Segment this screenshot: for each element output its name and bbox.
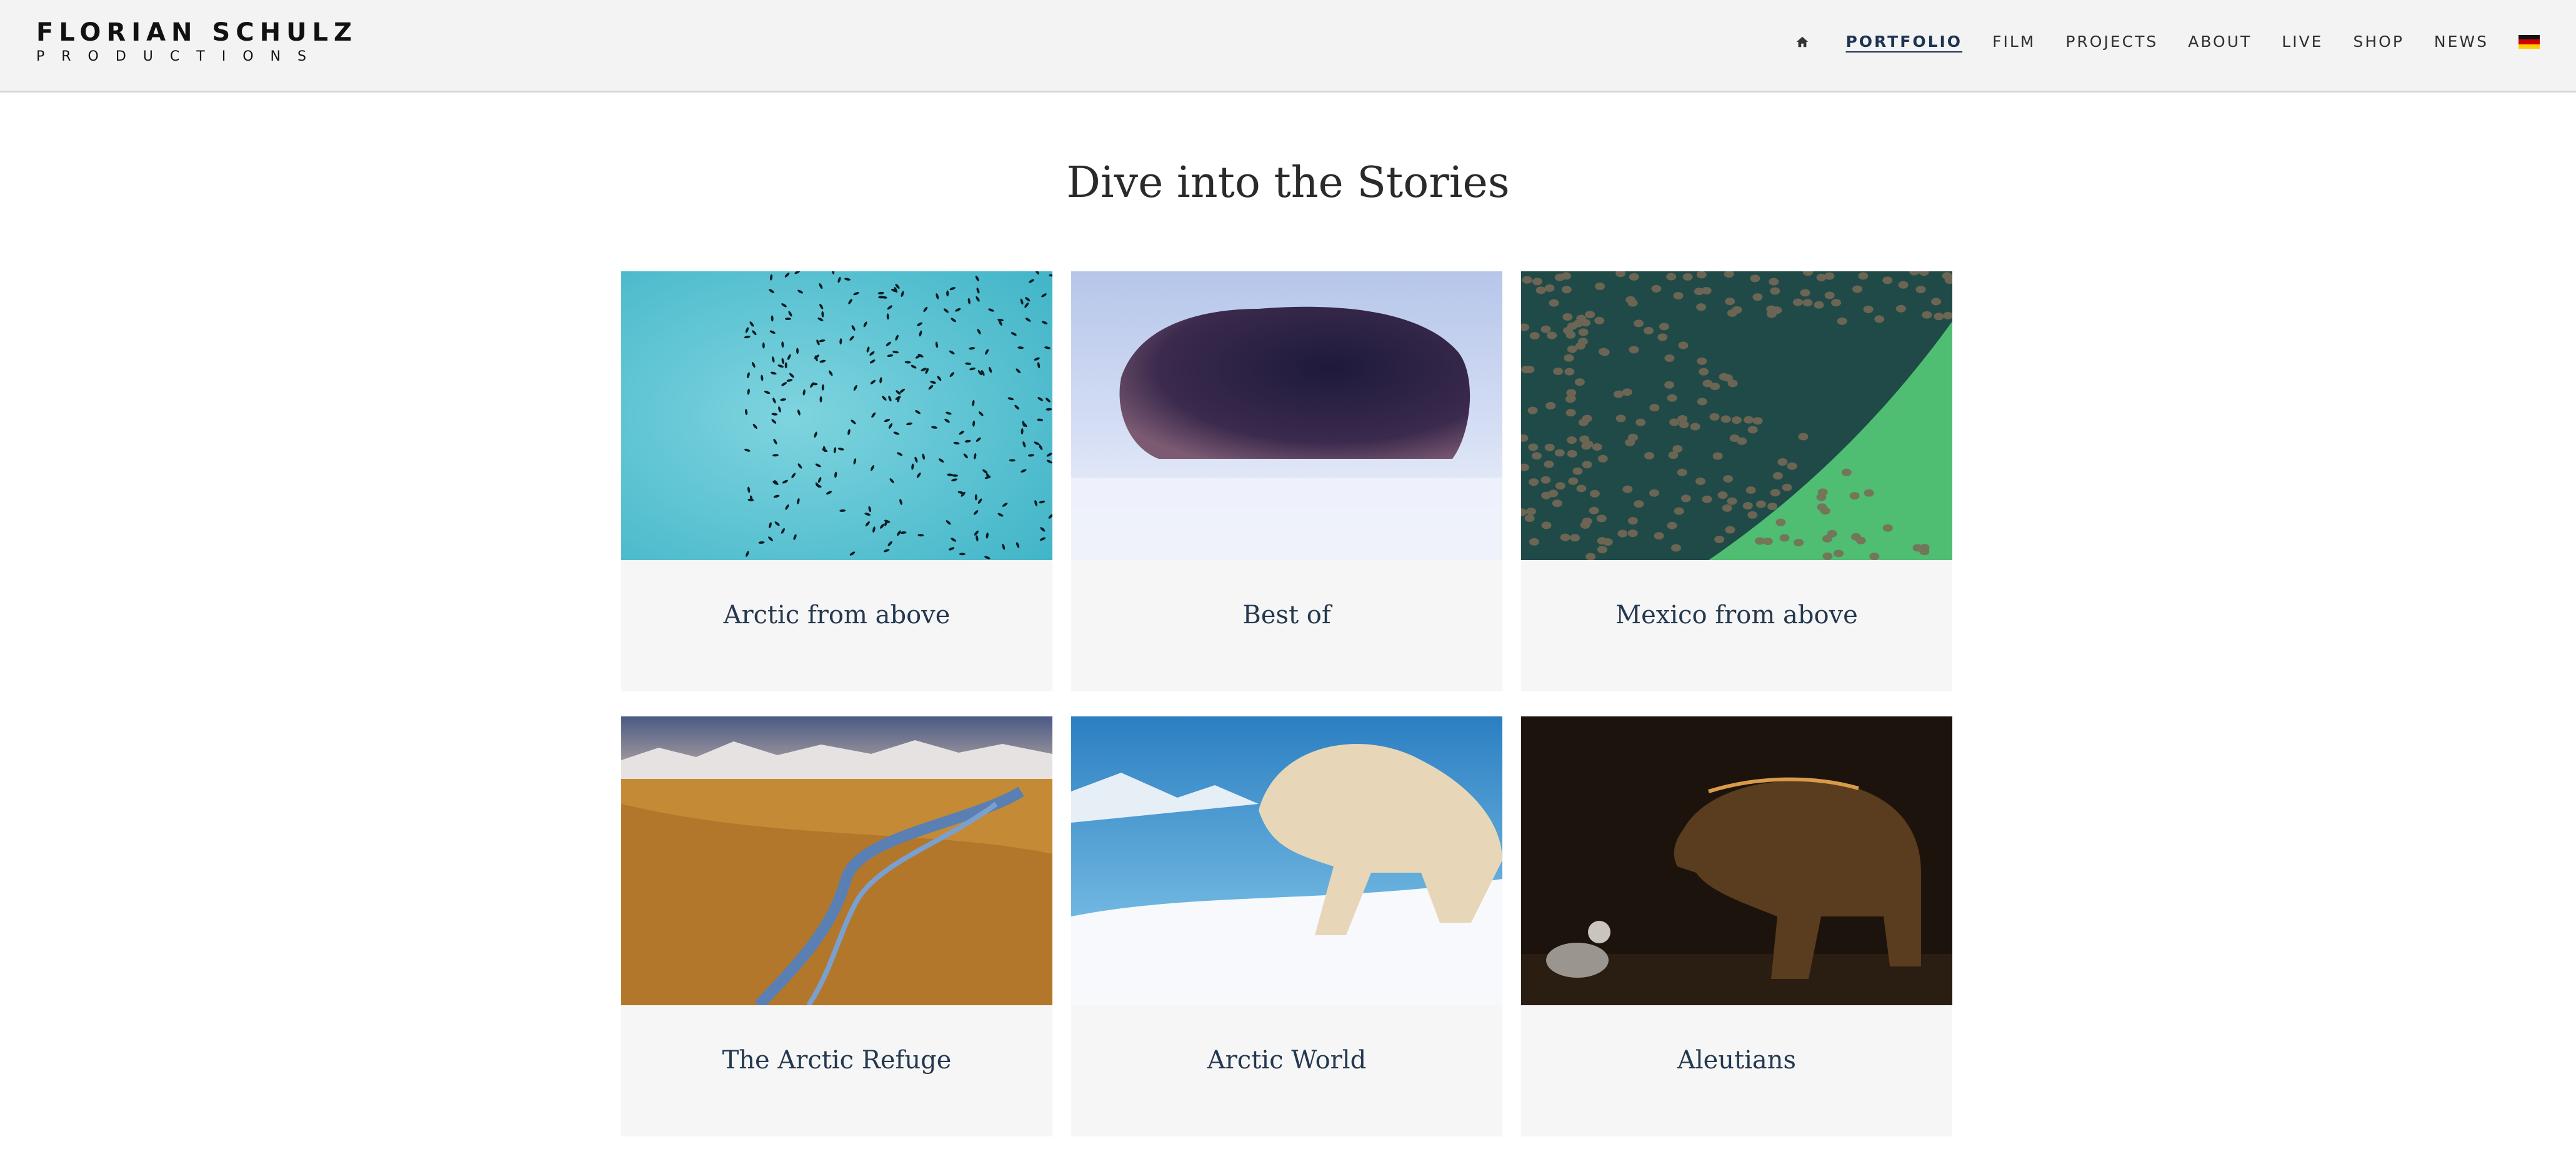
logo-line2: PRODUCTIONS [36, 49, 323, 64]
story-image [621, 271, 1052, 560]
story-image [1071, 271, 1502, 560]
story-image [1521, 716, 1952, 1005]
german-flag-icon[interactable] [2519, 35, 2540, 49]
site-header: FLORIAN SCHULZ PRODUCTIONS PORTFOLIO FIL… [0, 0, 2576, 93]
story-card-arctic-from-above[interactable]: Arctic from above [621, 271, 1052, 691]
logo-line1: FLORIAN SCHULZ [36, 18, 358, 47]
story-image [621, 716, 1052, 1005]
main-nav: PORTFOLIO FILM PROJECTS ABOUT LIVE SHOP … [1795, 28, 2540, 56]
site-logo[interactable]: FLORIAN SCHULZ PRODUCTIONS [36, 19, 357, 66]
nav-film[interactable]: FILM [1992, 28, 2035, 56]
story-card-arctic-world[interactable]: Arctic World [1071, 716, 1502, 1136]
story-card-best-of[interactable]: Best of [1071, 271, 1502, 691]
story-title: Arctic World [1207, 1046, 1367, 1075]
story-title: Aleutians [1677, 1046, 1797, 1075]
story-title: The Arctic Refuge [722, 1046, 952, 1075]
page-title: Dive into the Stories [1066, 158, 1510, 208]
story-title: Best of [1242, 601, 1331, 630]
home-icon[interactable] [1795, 35, 1809, 49]
nav-projects[interactable]: PROJECTS [2065, 28, 2158, 56]
story-card-mexico-from-above[interactable]: Mexico from above [1521, 271, 1952, 691]
story-card-aleutians[interactable]: Aleutians [1521, 716, 1952, 1136]
nav-about[interactable]: ABOUT [2188, 28, 2252, 56]
nav-portfolio[interactable]: PORTFOLIO [1845, 28, 1962, 56]
story-title: Mexico from above [1615, 601, 1858, 630]
nav-live[interactable]: LIVE [2282, 28, 2323, 56]
story-image [1071, 716, 1502, 1005]
nav-news[interactable]: NEWS [2434, 28, 2489, 56]
story-card-the-arctic-refuge[interactable]: The Arctic Refuge [621, 716, 1052, 1136]
story-image [1521, 271, 1952, 560]
nav-shop[interactable]: SHOP [2353, 28, 2404, 56]
story-title: Arctic from above [723, 601, 951, 630]
